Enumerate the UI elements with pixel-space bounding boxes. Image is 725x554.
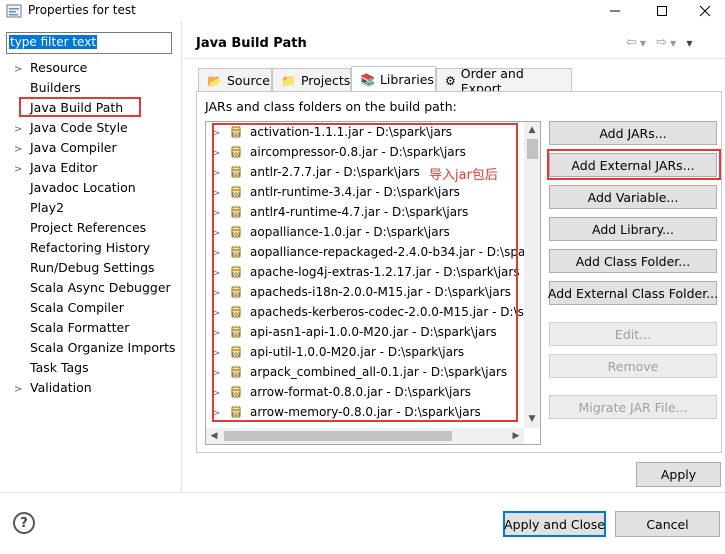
apply-and-close-button[interactable]: Apply and Close — [503, 511, 606, 537]
add-jars-button[interactable]: Add JARs... — [549, 121, 717, 145]
tree-item[interactable]: Scala Compiler — [14, 298, 124, 318]
tree-item[interactable]: > Java Compiler — [14, 138, 117, 158]
maximize-icon — [657, 6, 667, 16]
chevron-right-icon[interactable]: > — [14, 60, 30, 80]
tree-item-label: Java Compiler — [30, 140, 117, 155]
menu-icon[interactable]: ▼ — [686, 39, 695, 48]
migrate-jar-button[interactable]: Migrate JAR File... — [549, 395, 717, 419]
tree-item-label: Play2 — [30, 200, 65, 215]
help-button[interactable]: ? — [13, 512, 35, 534]
minimize-icon — [610, 10, 620, 12]
tree-item-label: Run/Debug Settings — [30, 260, 155, 275]
tab-order-and-export[interactable]: ⚙ Order and Export — [436, 66, 572, 96]
tree-item-label: Resource — [30, 60, 88, 75]
tree-item-label: Scala Formatter — [30, 320, 130, 335]
tree-item[interactable]: Scala Async Debugger — [14, 278, 171, 298]
jars-label: JARs and class folders on the build path… — [205, 99, 457, 114]
page-title: Java Build Path — [196, 36, 307, 51]
tree-item[interactable]: Run/Debug Settings — [14, 258, 155, 278]
tree-item[interactable]: Play2 — [14, 198, 64, 218]
add-library-button[interactable]: Add Library... — [549, 217, 717, 241]
tree-item-label: Project References — [30, 220, 147, 235]
edit-button[interactable]: Edit... — [549, 322, 717, 346]
tree-item[interactable]: Refactoring History — [14, 238, 150, 258]
order-export-icon: ⚙ — [445, 73, 456, 88]
tree-item[interactable]: Scala Formatter — [14, 318, 129, 338]
scroll-down-icon[interactable]: ▼ — [524, 411, 540, 427]
tree-item-label: Task Tags — [30, 360, 89, 375]
scroll-left-icon[interactable]: ◀ — [206, 428, 222, 444]
maximize-button[interactable] — [642, 0, 682, 22]
add-external-class-folder-button[interactable]: Add External Class Folder... — [548, 281, 718, 305]
tree-item-label: Builders — [30, 80, 81, 95]
history-nav[interactable]: ⇦▼ ⇨▼ ▼ — [626, 35, 696, 50]
tree-item-label: Scala Async Debugger — [30, 280, 171, 295]
properties-icon — [6, 4, 22, 18]
tree-item[interactable]: Task Tags — [14, 358, 89, 378]
add-external-jars-highlight — [547, 149, 721, 180]
filter-text: type filter text — [9, 35, 98, 49]
scroll-up-icon[interactable]: ▲ — [524, 122, 540, 138]
tab-source[interactable]: 📂 Source — [198, 68, 272, 92]
tree-item-label: Validation — [30, 380, 92, 395]
libraries-icon: 📚 — [360, 72, 375, 87]
forward-dropdown-icon[interactable]: ▼ — [670, 39, 679, 48]
source-folder-icon: 📂 — [207, 73, 222, 88]
minimize-button[interactable] — [595, 0, 635, 22]
back-dropdown-icon[interactable]: ▼ — [640, 39, 649, 48]
tree-item-label: Scala Organize Imports — [30, 340, 176, 355]
vertical-scroll-thumb[interactable] — [527, 139, 538, 159]
tree-item-label: Java Code Style — [30, 120, 128, 135]
tree-item[interactable]: Javadoc Location — [14, 178, 136, 198]
bottom-separator — [0, 492, 725, 493]
filter-input[interactable]: type filter text — [6, 32, 172, 54]
title-separator — [183, 58, 725, 59]
annotation-text: 导入jar包后 — [429, 168, 498, 183]
tree-item-label: Java Editor — [30, 160, 98, 175]
tree-item[interactable]: > Java Code Style — [14, 118, 128, 138]
tree-item[interactable]: > Resource — [14, 58, 87, 78]
close-button[interactable] — [685, 0, 725, 22]
apply-button[interactable]: Apply — [636, 462, 721, 487]
window-title: Properties for test — [28, 3, 136, 17]
vertical-scrollbar[interactable] — [524, 122, 540, 428]
projects-icon: 📁 — [281, 73, 296, 88]
cancel-button[interactable]: Cancel — [615, 511, 720, 537]
java-build-path-highlight — [19, 97, 141, 117]
tree-item-label: Scala Compiler — [30, 300, 124, 315]
tree-item-label: Javadoc Location — [30, 180, 136, 195]
add-class-folder-button[interactable]: Add Class Folder... — [549, 249, 717, 273]
tree-item-label: Refactoring History — [30, 240, 151, 255]
tab-libraries[interactable]: 📚 Libraries — [351, 66, 436, 92]
chevron-right-icon[interactable]: > — [14, 160, 30, 180]
tree-item[interactable]: Project References — [14, 218, 146, 238]
remove-button[interactable]: Remove — [549, 354, 717, 378]
help-icon: ? — [20, 515, 28, 531]
add-variable-button[interactable]: Add Variable... — [549, 185, 717, 209]
tree-item[interactable]: > Java Editor — [14, 158, 97, 178]
tree-item[interactable]: Scala Organize Imports — [14, 338, 176, 358]
scroll-right-icon[interactable]: ▶ — [508, 428, 524, 444]
chevron-right-icon[interactable]: > — [14, 140, 30, 160]
chevron-right-icon[interactable]: > — [14, 380, 30, 400]
chevron-right-icon[interactable]: > — [14, 120, 30, 140]
back-arrow-icon[interactable]: ⇦ — [626, 35, 640, 50]
tab-projects[interactable]: 📁 Projects — [272, 68, 351, 92]
tree-item[interactable]: Builders — [14, 78, 81, 98]
tree-item[interactable]: > Validation — [14, 378, 92, 398]
close-icon — [699, 5, 711, 17]
forward-arrow-icon[interactable]: ⇨ — [656, 35, 670, 50]
horizontal-scroll-thumb[interactable] — [224, 431, 452, 441]
